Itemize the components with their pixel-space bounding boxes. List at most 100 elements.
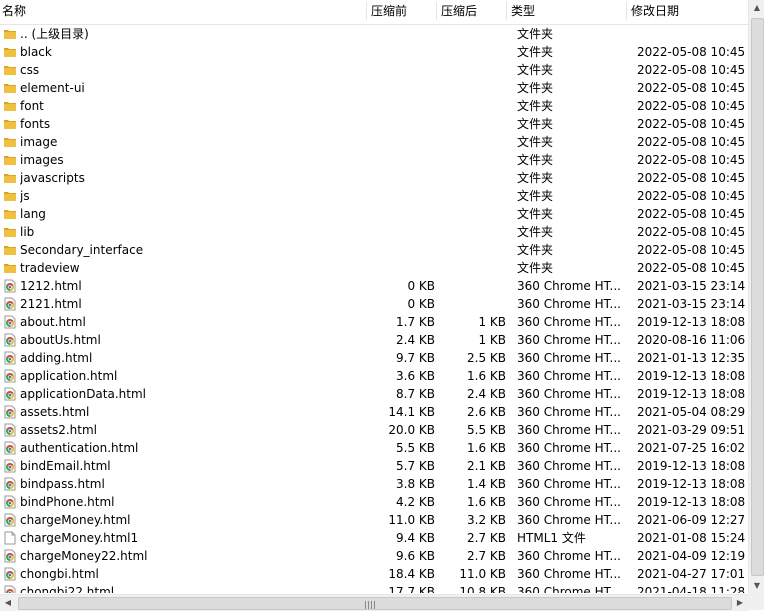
- file-row[interactable]: black 文件夹 2022-05-08 10:45: [0, 43, 748, 61]
- size-after: [440, 133, 506, 151]
- column-divider[interactable]: [626, 2, 627, 20]
- column-header: 名称 压缩前 压缩后 类型 修改日期: [0, 0, 748, 25]
- column-type-header[interactable]: 类型: [511, 0, 535, 24]
- modified-date: 2019-12-13 18:08: [637, 459, 746, 473]
- file-row[interactable]: chargeMoney22.html 9.6 KB 2.7 KB 360 Chrome…: [0, 547, 748, 565]
- file-row[interactable]: tradeview 文件夹 2022-05-08 10:45: [0, 259, 748, 277]
- modified-date: 2022-05-08 10:45: [637, 207, 746, 221]
- file-row[interactable]: about.html 1.7 KB 1 KB 360 Chrome HT... 2019…: [0, 313, 748, 331]
- modified-date: 2022-05-08 10:45: [637, 117, 746, 131]
- file-row[interactable]: applicationData.html 8.7 KB 2.4 KB 360 Chro…: [0, 385, 748, 403]
- file-type: 文件夹: [517, 81, 554, 95]
- file-type: 360 Chrome HT...: [517, 351, 620, 365]
- file-row[interactable]: chongbi22.html 17.7 KB 10.8 KB 360 Chrome H…: [0, 583, 748, 593]
- file-row[interactable]: javascripts 文件夹 2022-05-08 10:45: [0, 169, 748, 187]
- file-row[interactable]: element-ui 文件夹 2022-05-08 10:45: [0, 79, 748, 97]
- file-name: css: [20, 63, 40, 77]
- file-type: 360 Chrome HT...: [517, 513, 620, 527]
- folder-icon: [3, 135, 17, 149]
- file-row[interactable]: .. (上级目录) 文件夹: [0, 25, 748, 43]
- size-after: 3.2 KB: [467, 513, 506, 527]
- file-icon: [3, 531, 17, 545]
- file-name: fonts: [20, 117, 51, 131]
- size-before: [360, 151, 435, 169]
- scroll-up-icon[interactable]: ▲: [749, 0, 764, 16]
- column-divider[interactable]: [436, 2, 437, 20]
- file-row[interactable]: assets.html 14.1 KB 2.6 KB 360 Chrome HT...…: [0, 403, 748, 421]
- file-name: assets2.html: [20, 423, 97, 437]
- size-before: [360, 43, 435, 61]
- modified-date: [637, 25, 747, 43]
- file-row[interactable]: css 文件夹 2022-05-08 10:45: [0, 61, 748, 79]
- modified-date: 2021-04-27 17:01: [637, 567, 746, 581]
- size-after: 2.4 KB: [467, 387, 506, 401]
- column-divider[interactable]: [366, 2, 367, 20]
- column-divider[interactable]: [506, 2, 507, 20]
- file-row[interactable]: aboutUs.html 2.4 KB 1 KB 360 Chrome HT... 20…: [0, 331, 748, 349]
- file-row[interactable]: images 文件夹 2022-05-08 10:45: [0, 151, 748, 169]
- size-before: 0 KB: [407, 297, 435, 311]
- size-after: 2.5 KB: [467, 351, 506, 365]
- size-after: [440, 97, 506, 115]
- file-row[interactable]: 2121.html 0 KB 360 Chrome HT... 2021-03-15 …: [0, 295, 748, 313]
- file-type: 文件夹: [517, 27, 554, 41]
- file-row[interactable]: image 文件夹 2022-05-08 10:45: [0, 133, 748, 151]
- file-row[interactable]: chongbi.html 18.4 KB 11.0 KB 360 Chrome HT.…: [0, 565, 748, 583]
- vertical-scrollbar[interactable]: ▲ ▼: [748, 0, 764, 594]
- scroll-left-icon[interactable]: ◀: [0, 595, 16, 611]
- size-after: [440, 43, 506, 61]
- column-name-header[interactable]: 名称: [2, 0, 26, 24]
- column-date-header[interactable]: 修改日期: [631, 0, 679, 24]
- size-before: [360, 241, 435, 259]
- file-row[interactable]: Secondary_interface 文件夹 2022-05-08 10:45: [0, 241, 748, 259]
- size-before: 3.8 KB: [396, 477, 435, 491]
- modified-date: 2021-03-15 23:14: [637, 297, 746, 311]
- file-name: bindpass.html: [20, 477, 105, 491]
- size-after: 1 KB: [478, 333, 506, 347]
- modified-date: 2022-05-08 10:45: [637, 153, 746, 167]
- file-row[interactable]: bindEmail.html 5.7 KB 2.1 KB 360 Chrome HT.…: [0, 457, 748, 475]
- file-row[interactable]: lang 文件夹 2022-05-08 10:45: [0, 205, 748, 223]
- file-row[interactable]: js 文件夹 2022-05-08 10:45: [0, 187, 748, 205]
- modified-date: 2021-04-09 12:19: [637, 549, 746, 563]
- file-name: application.html: [20, 369, 118, 383]
- modified-date: 2022-05-08 10:45: [637, 63, 746, 77]
- file-type: 360 Chrome HT...: [517, 369, 620, 383]
- horizontal-scrollbar[interactable]: ◀ ▶: [0, 594, 748, 611]
- file-type: 文件夹: [517, 261, 554, 275]
- file-type: 文件夹: [517, 117, 554, 131]
- file-type: 360 Chrome HT...: [517, 567, 620, 581]
- folder-icon: [3, 27, 17, 41]
- modified-date: 2021-01-13 12:35: [637, 351, 746, 365]
- file-row[interactable]: lib 文件夹 2022-05-08 10:45: [0, 223, 748, 241]
- column-before-header[interactable]: 压缩前: [371, 0, 407, 24]
- file-list[interactable]: .. (上级目录) 文件夹 black 文件夹 2022-05-08 10:45 css 文…: [0, 25, 748, 593]
- file-row[interactable]: font 文件夹 2022-05-08 10:45: [0, 97, 748, 115]
- folder-icon: [3, 243, 17, 257]
- file-row[interactable]: chargeMoney.html1 9.4 KB 2.7 KB HTML1 文件 202…: [0, 529, 748, 547]
- file-row[interactable]: application.html 3.6 KB 1.6 KB 360 Chrome H…: [0, 367, 748, 385]
- file-type: 文件夹: [517, 207, 554, 221]
- file-row[interactable]: 1212.html 0 KB 360 Chrome HT... 2021-03-15 …: [0, 277, 748, 295]
- size-before: 9.4 KB: [396, 531, 435, 545]
- modified-date: 2019-12-13 18:08: [637, 477, 746, 491]
- folder-icon: [3, 81, 17, 95]
- file-row[interactable]: bindPhone.html 4.2 KB 1.6 KB 360 Chrome HT.…: [0, 493, 748, 511]
- vertical-scroll-thumb[interactable]: [751, 18, 764, 576]
- file-row[interactable]: assets2.html 20.0 KB 5.5 KB 360 Chrome HT..…: [0, 421, 748, 439]
- file-row[interactable]: bindpass.html 3.8 KB 1.4 KB 360 Chrome HT..…: [0, 475, 748, 493]
- size-after: 2.7 KB: [467, 549, 506, 563]
- scroll-right-icon[interactable]: ▶: [732, 595, 748, 611]
- file-name: images: [20, 153, 64, 167]
- file-row[interactable]: authentication.html 5.5 KB 1.6 KB 360 Chrom…: [0, 439, 748, 457]
- file-row[interactable]: adding.html 9.7 KB 2.5 KB 360 Chrome HT... 2…: [0, 349, 748, 367]
- file-name: authentication.html: [20, 441, 139, 455]
- column-after-header[interactable]: 压缩后: [441, 0, 477, 24]
- file-row[interactable]: fonts 文件夹 2022-05-08 10:45: [0, 115, 748, 133]
- scroll-down-icon[interactable]: ▼: [749, 578, 764, 594]
- modified-date: 2021-03-15 23:14: [637, 279, 746, 293]
- size-after: [440, 151, 506, 169]
- horizontal-scroll-thumb[interactable]: [18, 597, 732, 610]
- file-row[interactable]: chargeMoney.html 11.0 KB 3.2 KB 360 Chrome …: [0, 511, 748, 529]
- size-before: [360, 259, 435, 277]
